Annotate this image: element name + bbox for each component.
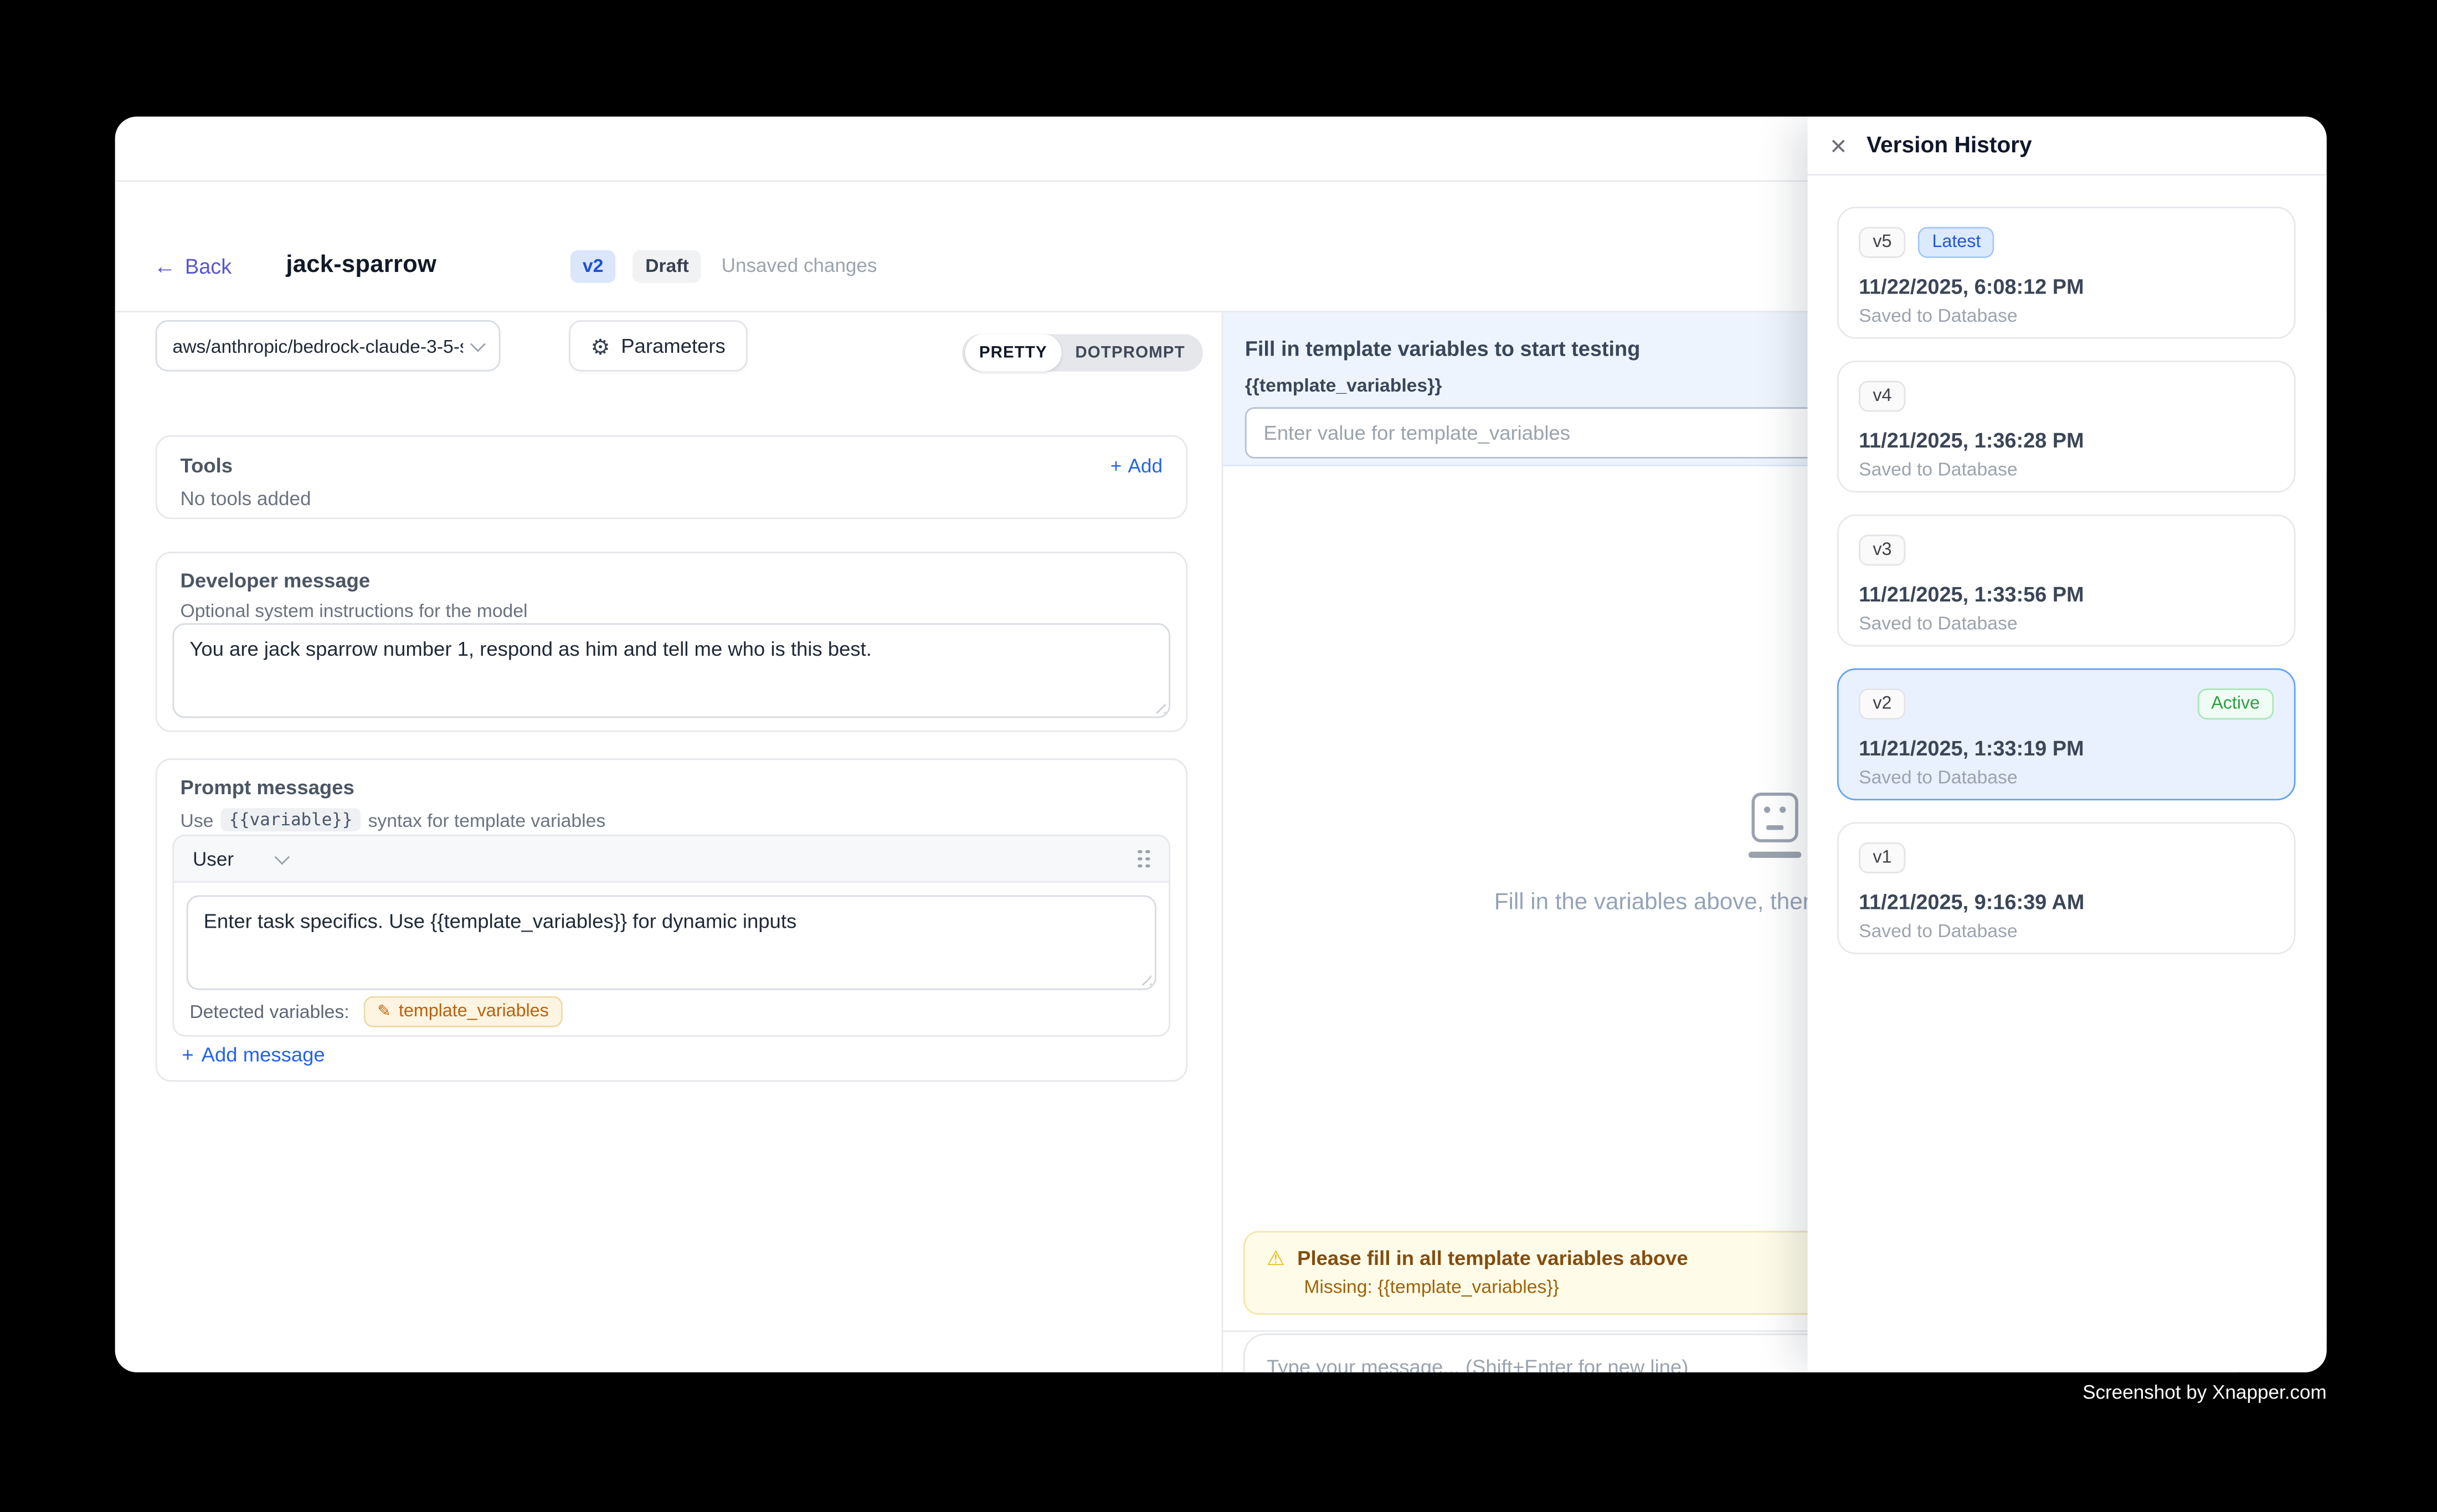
model-select[interactable]: aws/anthropic/bedrock-claude-3-5-s... xyxy=(156,320,501,372)
version-card-v2-active[interactable]: v2 Active 11/21/2025, 1:33:19 PM Saved t… xyxy=(1837,668,2296,801)
version-status: Saved to Database xyxy=(1859,920,2274,942)
version-badge: v2 xyxy=(570,249,615,282)
status-badge: Draft xyxy=(633,249,702,282)
version-card-v4[interactable]: v4 11/21/2025, 1:36:28 PM Saved to Datab… xyxy=(1837,361,2296,493)
version-id-badge: v3 xyxy=(1859,534,1906,565)
prompt-message-input[interactable]: Enter task specifics. Use {{template_var… xyxy=(187,895,1156,990)
developer-message-card: Developer message Optional system instru… xyxy=(156,552,1187,732)
close-icon[interactable]: ✕ xyxy=(1829,135,1854,156)
tools-empty-text: No tools added xyxy=(181,488,1163,510)
prompt-messages-card: Prompt messages Use {{variable}} syntax … xyxy=(156,758,1187,1082)
unsaved-changes-label: Unsaved changes xyxy=(722,255,877,276)
pencil-icon: ✎ xyxy=(377,1004,391,1020)
detected-variable-chip[interactable]: ✎ template_variables xyxy=(363,996,563,1027)
detected-variables-label: Detected variables: xyxy=(189,1001,349,1022)
hint-suffix: syntax for template variables xyxy=(368,809,606,831)
robot-icon xyxy=(1747,793,1800,858)
prompt-syntax-hint: Use {{variable}} syntax for template var… xyxy=(181,808,606,831)
gear-icon: ⚙ xyxy=(590,335,610,357)
message-role-header: User xyxy=(174,836,1169,883)
prompt-message-field-wrap: Enter task specifics. Use {{template_var… xyxy=(187,895,1156,990)
developer-message-input[interactable]: You are jack sparrow number 1, respond a… xyxy=(172,623,1170,718)
plus-icon: + xyxy=(182,1043,193,1066)
version-status: Saved to Database xyxy=(1859,766,2274,788)
add-message-button[interactable]: + Add message xyxy=(182,1043,325,1066)
version-history-panel: ✕ Version History v5 Latest 11/22/2025, … xyxy=(1808,116,2327,1372)
prompt-message-block: User Enter task specifics. Use {{templat… xyxy=(172,835,1170,1037)
version-history-header: ✕ Version History xyxy=(1808,116,2327,176)
version-timestamp: 11/21/2025, 1:33:19 PM xyxy=(1859,737,2274,760)
version-card-v3[interactable]: v3 11/21/2025, 1:33:56 PM Saved to Datab… xyxy=(1837,515,2296,647)
model-select-value: aws/anthropic/bedrock-claude-3-5-s... xyxy=(172,335,463,357)
warning-title: Please fill in all template variables ab… xyxy=(1297,1247,1688,1270)
version-history-title: Version History xyxy=(1867,133,2032,158)
back-button[interactable]: ← Back xyxy=(154,254,232,277)
developer-message-subtitle: Optional system instructions for the mod… xyxy=(181,600,528,621)
variable-syntax-chip: {{variable}} xyxy=(221,808,360,831)
version-status: Saved to Database xyxy=(1859,459,2274,480)
add-message-label: Add message xyxy=(202,1043,325,1066)
tools-title: Tools xyxy=(181,454,233,477)
watermark-credit: Screenshot by Xnapper.com xyxy=(2083,1382,2327,1403)
warning-icon: ⚠ xyxy=(1267,1248,1285,1268)
format-toggle: PRETTY DOTPROMPT xyxy=(962,334,1202,371)
developer-message-title: Developer message xyxy=(181,569,371,592)
tools-card: Tools + Add No tools added xyxy=(156,435,1187,520)
parameters-label: Parameters xyxy=(621,334,726,357)
chevron-down-icon xyxy=(275,848,291,864)
page-header: ← Back jack-sparrow v2 Draft Unsaved cha… xyxy=(154,249,877,283)
add-tool-label: Add xyxy=(1128,455,1163,476)
detected-variables-row: Detected variables: ✎ template_variables xyxy=(189,996,563,1027)
header-badges: v2 Draft Unsaved changes xyxy=(570,249,877,282)
desktop-background: ← Back jack-sparrow v2 Draft Unsaved cha… xyxy=(0,0,2437,1512)
active-badge: Active xyxy=(2197,688,2274,719)
detected-variable-name: template_variables xyxy=(399,1002,549,1021)
page-title: jack-sparrow xyxy=(286,252,436,280)
version-timestamp: 11/21/2025, 1:36:28 PM xyxy=(1859,429,2274,452)
back-label: Back xyxy=(185,254,232,277)
version-timestamp: 11/21/2025, 1:33:56 PM xyxy=(1859,583,2274,606)
version-card-v5[interactable]: v5 Latest 11/22/2025, 6:08:12 PM Saved t… xyxy=(1837,207,2296,339)
version-timestamp: 11/22/2025, 6:08:12 PM xyxy=(1859,275,2274,299)
latest-badge: Latest xyxy=(1918,227,1994,258)
plus-icon: + xyxy=(1110,455,1122,476)
add-tool-button[interactable]: + Add xyxy=(1110,455,1163,476)
version-status: Saved to Database xyxy=(1859,613,2274,634)
parameters-button[interactable]: ⚙ Parameters xyxy=(569,320,747,372)
version-id-badge: v4 xyxy=(1859,380,1906,412)
version-timestamp: 11/21/2025, 9:16:39 AM xyxy=(1859,891,2274,914)
drag-handle-icon[interactable] xyxy=(1136,848,1150,870)
hint-prefix: Use xyxy=(181,809,214,831)
version-id-badge: v5 xyxy=(1859,227,1906,258)
role-select-value: User xyxy=(193,848,234,870)
version-id-badge: v1 xyxy=(1859,842,1906,873)
role-select[interactable]: User xyxy=(193,848,288,870)
chevron-down-icon xyxy=(470,336,486,351)
toggle-option-dotprompt[interactable]: DOTPROMPT xyxy=(1061,337,1199,368)
version-id-badge: v2 xyxy=(1859,688,1906,719)
prompt-messages-title: Prompt messages xyxy=(181,775,354,799)
toggle-option-pretty[interactable]: PRETTY xyxy=(965,334,1061,371)
version-status: Saved to Database xyxy=(1859,305,2274,326)
developer-message-field-wrap: You are jack sparrow number 1, respond a… xyxy=(172,623,1170,718)
back-arrow-icon: ← xyxy=(154,255,176,276)
app-window: ← Back jack-sparrow v2 Draft Unsaved cha… xyxy=(115,116,2327,1372)
version-card-v1[interactable]: v1 11/21/2025, 9:16:39 AM Saved to Datab… xyxy=(1837,822,2296,954)
